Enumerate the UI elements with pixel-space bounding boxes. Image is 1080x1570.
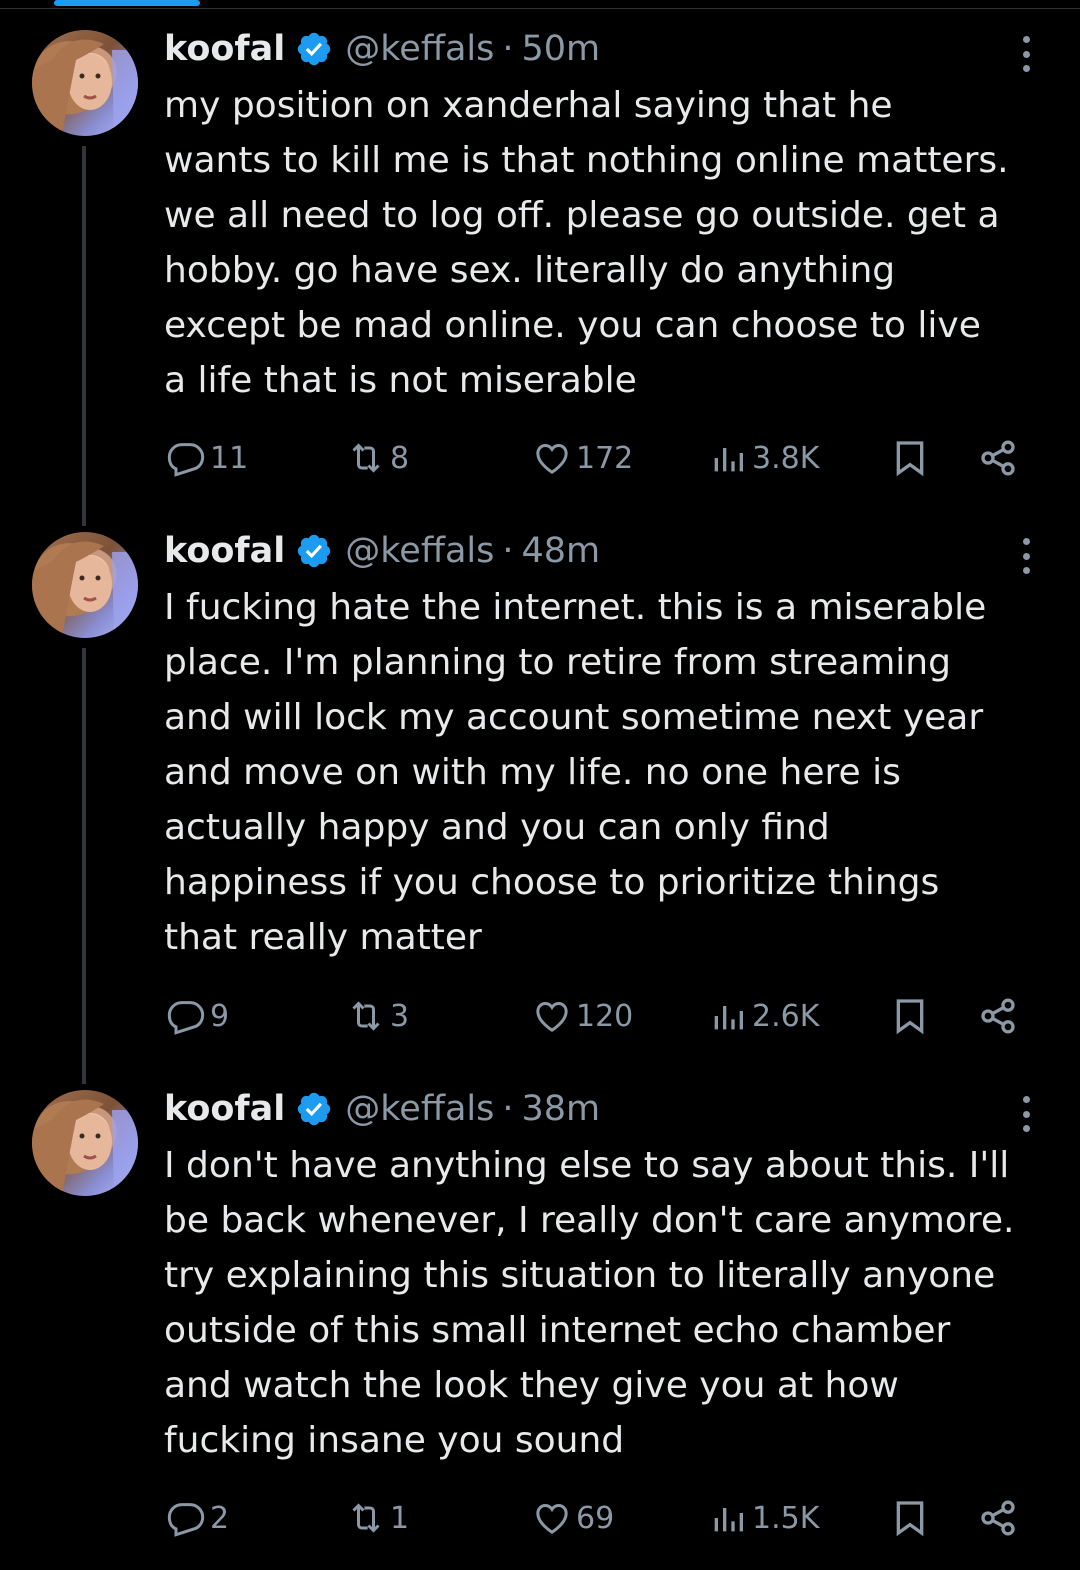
bookmark-button[interactable] [890,1494,934,1542]
reply-count: 11 [210,440,249,476]
separator-dot: · [502,531,514,571]
tweet[interactable]: koofal @keffals · 38m I don't have anyth… [0,1060,1080,1570]
like-button[interactable]: 172 [532,434,633,482]
display-name[interactable]: koofal [164,528,285,574]
timestamp[interactable]: 50m [522,26,601,72]
tweet-text: I fucking hate the internet. this is a m… [164,587,987,958]
action-bar: 2 1 69 1.5K [164,1494,1034,1542]
share-icon [981,440,1015,476]
separator-dot: · [502,29,514,69]
reply-icon [167,443,205,477]
bookmark-icon [896,441,924,477]
display-name[interactable]: koofal [164,26,285,72]
bookmark-button[interactable] [890,992,934,1040]
bookmark-button[interactable] [890,434,934,482]
like-icon [536,1001,568,1032]
views-icon [714,1006,743,1030]
timestamp[interactable]: 38m [522,1086,601,1132]
bookmark-icon [896,999,924,1035]
reply-icon [167,1503,205,1537]
action-bar: 11 8 172 3.8K [164,434,1034,482]
username-handle[interactable]: @keffals [345,26,494,72]
views-button[interactable]: 1.5K [708,1494,819,1542]
reply-button[interactable]: 11 [166,434,248,482]
tweet[interactable]: koofal @keffals · 50m my position on xan… [0,0,1080,500]
repost-icon [352,443,380,473]
like-count: 120 [576,998,634,1034]
reply-icon [167,1001,205,1035]
tweet-header: koofal @keffals · 38m [164,1086,600,1132]
verified-badge-icon [298,32,331,66]
like-icon [536,1503,568,1534]
action-bar: 9 3 120 2.6K [164,992,1034,1040]
repost-count: 1 [390,1500,410,1536]
avatar[interactable] [32,30,138,136]
tweet[interactable]: koofal @keffals · 48m I fucking hate the… [0,502,1080,1058]
like-button[interactable]: 120 [532,992,633,1040]
views-icon [714,448,743,472]
views-button[interactable]: 3.8K [708,434,819,482]
separator-dot: · [502,1089,514,1129]
verified-badge-icon [298,534,331,568]
share-icon [981,1500,1015,1536]
repost-button[interactable]: 8 [346,434,409,482]
reply-button[interactable]: 2 [166,1494,229,1542]
like-count: 172 [576,440,634,476]
avatar[interactable] [32,1090,138,1196]
repost-icon [352,1503,380,1533]
tweet-header: koofal @keffals · 48m [164,528,600,574]
tweet-header: koofal @keffals · 50m [164,26,600,72]
views-count: 1.5K [752,1500,820,1536]
like-button[interactable]: 69 [532,1494,614,1542]
more-icon[interactable] [1018,36,1034,72]
share-button[interactable] [978,434,1022,482]
tweet-text: I don't have anything else to say about … [164,1145,1015,1461]
reply-button[interactable]: 9 [166,992,229,1040]
timestamp[interactable]: 48m [522,528,601,574]
share-button[interactable] [978,992,1022,1040]
bookmark-icon [896,1501,924,1537]
repost-button[interactable]: 3 [346,992,409,1040]
username-handle[interactable]: @keffals [345,1086,494,1132]
views-button[interactable]: 2.6K [708,992,819,1040]
display-name[interactable]: koofal [164,1086,285,1132]
repost-count: 8 [390,440,410,476]
views-icon [714,1508,743,1532]
reply-count: 2 [210,1500,230,1536]
share-button[interactable] [978,1494,1022,1542]
views-count: 2.6K [752,998,820,1034]
like-count: 69 [576,1500,615,1536]
tweet-text: my position on xanderhal saying that he … [164,85,1009,401]
more-icon[interactable] [1018,538,1034,574]
verified-badge-icon [298,1092,331,1126]
username-handle[interactable]: @keffals [345,528,494,574]
share-icon [981,998,1015,1034]
more-icon[interactable] [1018,1096,1034,1132]
repost-icon [352,1001,380,1031]
like-icon [536,443,568,474]
views-count: 3.8K [752,440,820,476]
avatar[interactable] [32,532,138,638]
reply-count: 9 [210,998,230,1034]
repost-count: 3 [390,998,410,1034]
repost-button[interactable]: 1 [346,1494,409,1542]
